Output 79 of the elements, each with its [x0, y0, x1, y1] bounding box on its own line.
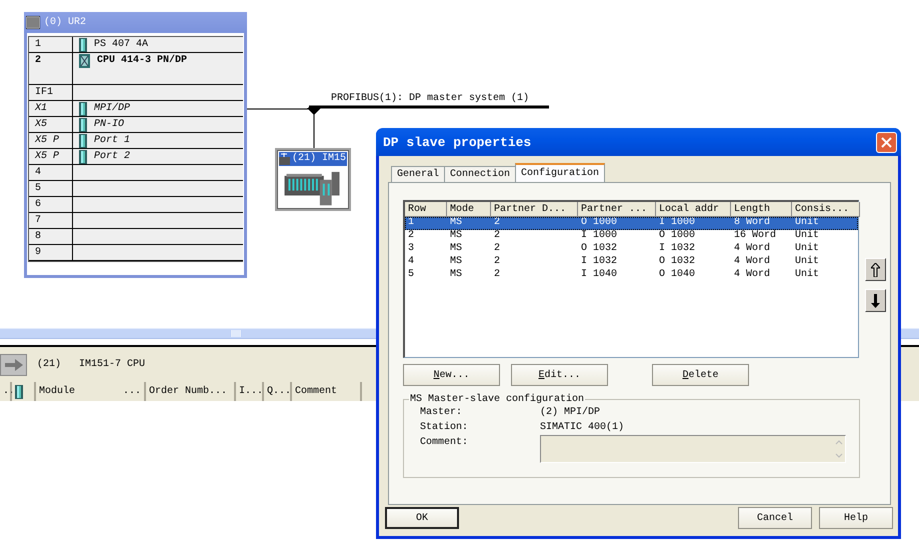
dialog-button[interactable]: Cancel — [738, 507, 812, 529]
slot-number: X1 — [29, 101, 73, 116]
station-number: (21) — [37, 359, 62, 370]
field-value: SIMATIC 400(1) — [540, 422, 624, 433]
table-cell-text: MS — [449, 230, 464, 243]
slot-number: IF1 — [29, 85, 73, 100]
table-cell-text: 4 Word — [733, 256, 772, 268]
column-header[interactable]: Partner D... — [491, 202, 578, 217]
module-name[interactable]: CPU 414-3 PN/DP — [97, 54, 188, 66]
table-cell-text: 1 — [407, 217, 416, 230]
slot-number: 8 — [29, 229, 73, 244]
table-cell-text: Unit — [794, 256, 820, 268]
slot-number: 9 — [29, 245, 73, 260]
slave-title: (21) IM15 — [292, 153, 346, 164]
table-cell-text: 5 — [407, 269, 416, 282]
column-header[interactable]: Row — [405, 202, 447, 217]
dialog-button[interactable]: OK — [385, 507, 459, 529]
window-title: (0) UR2 — [44, 17, 86, 28]
table-cell-text: I 1032 — [580, 256, 618, 269]
slot-number: X5 P — [29, 133, 73, 148]
table-cell-text: Unit — [794, 269, 820, 282]
slot-number: 7 — [29, 213, 73, 228]
slot-number: 2 — [29, 53, 73, 84]
slot-number: X5 — [29, 117, 73, 132]
table-cell-text: Unit — [794, 230, 820, 242]
table-cell-text: O 1032 — [658, 256, 696, 269]
column-header[interactable]: Mode — [447, 202, 491, 217]
column-header[interactable]: Consis... — [792, 202, 860, 217]
table-cell-text: Unit — [794, 243, 820, 256]
table-cell-text: 2 — [407, 230, 416, 243]
tab[interactable]: General — [391, 166, 446, 182]
table-cell-text: 4 — [407, 256, 416, 269]
table-cell-text: Unit — [794, 217, 820, 230]
slot-number: 1 — [29, 37, 73, 52]
table-cell-text: O 1032 — [580, 243, 618, 256]
slave-node[interactable]: (21) IM15 — [275, 148, 351, 211]
table-cell-text: MS — [449, 269, 464, 282]
table-cell-text: 2 — [493, 243, 502, 256]
table-cell-text: 3 — [407, 243, 416, 256]
table-cell-text: 16 Word — [733, 230, 778, 242]
table-cell-text: 4 Word — [733, 269, 772, 282]
slot-number: 4 — [29, 165, 73, 180]
group-title: MS Master-slave configuration — [409, 394, 586, 405]
column-header[interactable]: Length — [731, 202, 792, 217]
action-button[interactable]: New... — [403, 364, 500, 386]
table-cell-text: I 1040 — [580, 269, 618, 282]
table-cell-text: 2 — [493, 256, 502, 269]
field-label: Master: — [420, 407, 464, 418]
module-name[interactable]: PN-IO — [94, 118, 124, 130]
table-cell-text: MS — [449, 256, 464, 269]
tab[interactable]: Configuration — [515, 163, 606, 182]
tab[interactable]: Connection — [444, 166, 516, 182]
field-value: (2) MPI/DP — [540, 407, 600, 418]
field-label: Comment: — [420, 437, 470, 448]
module-name[interactable]: PS 407 4A — [94, 38, 148, 50]
table-cell-text: O 1040 — [658, 269, 696, 282]
column-header[interactable]: Partner ... — [578, 202, 656, 217]
slot-number: 5 — [29, 181, 73, 196]
dialog-title: DP slave properties — [383, 134, 532, 150]
table-cell-text: 2 — [493, 269, 502, 282]
slot-number: X5 P — [29, 149, 73, 164]
module-name[interactable]: MPI/DP — [94, 102, 130, 114]
bus-label: PROFIBUS(1): DP master system (1) — [331, 93, 530, 104]
action-button[interactable]: Delete — [652, 364, 749, 386]
dialog-button[interactable]: Help — [819, 507, 893, 529]
table-cell-text: MS — [449, 217, 464, 230]
module-name[interactable]: Port 1 — [94, 134, 130, 146]
action-button[interactable]: Edit... — [511, 364, 608, 386]
slot-number: 6 — [29, 197, 73, 212]
field-label: Station: — [420, 422, 470, 433]
table-cell-text: I 1032 — [658, 243, 696, 256]
module-name[interactable]: Port 2 — [94, 150, 130, 162]
table-cell-text: O 1000 — [658, 230, 696, 243]
table-cell-text: 4 Word — [733, 243, 772, 256]
table-cell-text: MS — [449, 243, 464, 256]
table-cell-text: I 1000 — [580, 230, 618, 243]
station-name: IM151-7 CPU — [79, 359, 146, 370]
table-cell-text: 2 — [493, 230, 502, 243]
column-header[interactable]: Local addr — [656, 202, 731, 217]
